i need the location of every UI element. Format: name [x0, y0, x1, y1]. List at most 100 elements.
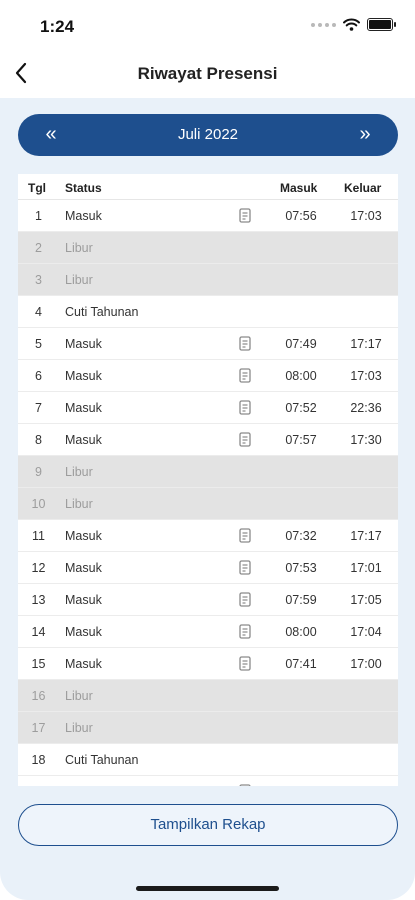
- table-row[interactable]: 16 Libur: [18, 680, 398, 712]
- row-check-out-time: 17:30: [350, 433, 382, 447]
- table-row[interactable]: 9 Libur: [18, 456, 398, 488]
- document-icon[interactable]: [239, 208, 251, 223]
- content-area: « Juli 2022 » Tgl Status Masuk Keluar 1 M…: [0, 98, 415, 900]
- row-status: Masuk: [65, 529, 102, 543]
- row-date: 13: [31, 593, 46, 607]
- document-icon[interactable]: [239, 656, 251, 671]
- status-bar: 1:24: [0, 0, 415, 48]
- row-check-out-time: 17:17: [350, 529, 382, 543]
- row-date: 18: [31, 753, 46, 767]
- table-row[interactable]: 17 Libur: [18, 712, 398, 744]
- row-status: Masuk: [65, 593, 102, 607]
- status-time: 1:24: [40, 17, 75, 36]
- table-row[interactable]: 13 Masuk 07:59 17:05: [18, 584, 398, 616]
- table-row[interactable]: 7 Masuk 07:52 22:36: [18, 392, 398, 424]
- row-date: 4: [35, 305, 42, 319]
- row-status: Libur: [65, 273, 93, 287]
- table-row[interactable]: 15 Masuk 07:41 17:00: [18, 648, 398, 680]
- row-date: 12: [31, 561, 46, 575]
- row-status: Libur: [65, 241, 93, 255]
- row-date: 10: [31, 497, 46, 511]
- document-icon[interactable]: [239, 368, 251, 383]
- row-check-in-time: 07:56: [285, 209, 317, 223]
- row-check-in-time: 07:53: [285, 561, 317, 575]
- row-date: 6: [35, 369, 42, 383]
- row-check-in-time: 07:32: [285, 529, 317, 543]
- show-recap-button[interactable]: Tampilkan Rekap: [18, 804, 398, 846]
- row-check-in-time: 07:57: [285, 433, 317, 447]
- table-row[interactable]: 8 Masuk 07:57 17:30: [18, 424, 398, 456]
- attendance-table[interactable]: Tgl Status Masuk Keluar 1 Masuk 07:56 17:03…: [18, 174, 398, 786]
- row-check-out-time: 17:03: [350, 209, 382, 223]
- row-date: 17: [31, 721, 46, 735]
- table-row[interactable]: 5 Masuk 07:49 17:17: [18, 328, 398, 360]
- column-header-status: Status: [65, 181, 102, 195]
- table-row[interactable]: 18 Cuti Tahunan: [18, 744, 398, 776]
- row-date: 1: [35, 209, 42, 223]
- row-date: 9: [35, 465, 42, 479]
- table-row[interactable]: 14 Masuk 08:00 17:04: [18, 616, 398, 648]
- row-check-out-time: 17:00: [350, 657, 382, 671]
- row-date: 11: [32, 529, 45, 543]
- document-icon[interactable]: [239, 528, 251, 543]
- next-month-button[interactable]: »: [350, 123, 380, 147]
- document-icon[interactable]: [239, 560, 251, 575]
- home-indicator: [136, 886, 279, 891]
- app-screen: 1:24 Riwayat Presensi « Juli 2022 » Tgl …: [0, 0, 415, 900]
- row-status: Masuk: [65, 337, 102, 351]
- table-row[interactable]: 10 Libur: [18, 488, 398, 520]
- table-row[interactable]: 1 Masuk 07:56 17:03: [18, 200, 398, 232]
- table-row[interactable]: [18, 776, 398, 786]
- row-date: 5: [35, 337, 42, 351]
- document-icon[interactable]: [239, 784, 251, 786]
- table-row[interactable]: 4 Cuti Tahunan: [18, 296, 398, 328]
- row-status: Masuk: [65, 561, 102, 575]
- row-check-in-time: 07:52: [285, 401, 317, 415]
- row-status: Masuk: [65, 209, 102, 223]
- row-date: 14: [31, 625, 46, 639]
- row-status: Libur: [65, 465, 93, 479]
- row-date: 3: [35, 273, 42, 287]
- row-status: Masuk: [65, 657, 102, 671]
- row-check-out-time: 22:36: [350, 401, 382, 415]
- row-date: 2: [35, 241, 42, 255]
- table-row[interactable]: 6 Masuk 08:00 17:03: [18, 360, 398, 392]
- table-row[interactable]: 12 Masuk 07:53 17:01: [18, 552, 398, 584]
- row-check-out-time: 17:04: [350, 625, 382, 639]
- row-status: Masuk: [65, 625, 102, 639]
- table-row[interactable]: 2 Libur: [18, 232, 398, 264]
- row-check-out-time: 17:01: [350, 561, 382, 575]
- row-check-in-time: 08:00: [285, 369, 317, 383]
- table-row[interactable]: 11 Masuk 07:32 17:17: [18, 520, 398, 552]
- column-header-tgl: Tgl: [28, 181, 46, 195]
- row-check-in-time: 07:41: [285, 657, 317, 671]
- document-icon[interactable]: [239, 432, 251, 447]
- header: Riwayat Presensi: [0, 48, 415, 98]
- row-check-in-time: 08:00: [285, 625, 317, 639]
- row-date: 8: [35, 433, 42, 447]
- row-check-out-time: 17:03: [350, 369, 382, 383]
- table-row[interactable]: 3 Libur: [18, 264, 398, 296]
- row-date: 7: [35, 401, 42, 415]
- page-title: Riwayat Presensi: [137, 64, 278, 83]
- row-date: 16: [31, 689, 46, 703]
- row-check-out-time: 17:05: [350, 593, 382, 607]
- battery-icon: [367, 18, 396, 31]
- table-body: 1 Masuk 07:56 17:03 2 Libur 3 Libur 4 Cuti Tahuna…: [18, 200, 398, 786]
- signal-dots-icon: [311, 22, 336, 27]
- row-status: Masuk: [65, 433, 102, 447]
- column-header-keluar: Keluar: [344, 181, 382, 195]
- month-navigator: « Juli 2022 »: [18, 114, 398, 156]
- document-icon[interactable]: [239, 336, 251, 351]
- document-icon[interactable]: [239, 624, 251, 639]
- row-status: Cuti Tahunan: [65, 305, 139, 319]
- row-check-in-time: 07:59: [285, 593, 317, 607]
- status-icons: [311, 18, 396, 31]
- row-status: Libur: [65, 721, 93, 735]
- document-icon[interactable]: [239, 592, 251, 607]
- wifi-icon: [343, 18, 360, 31]
- table-header: Tgl Status Masuk Keluar: [18, 174, 398, 200]
- document-icon[interactable]: [239, 400, 251, 415]
- row-status: Cuti Tahunan: [65, 753, 139, 767]
- row-status: Masuk: [65, 401, 102, 415]
